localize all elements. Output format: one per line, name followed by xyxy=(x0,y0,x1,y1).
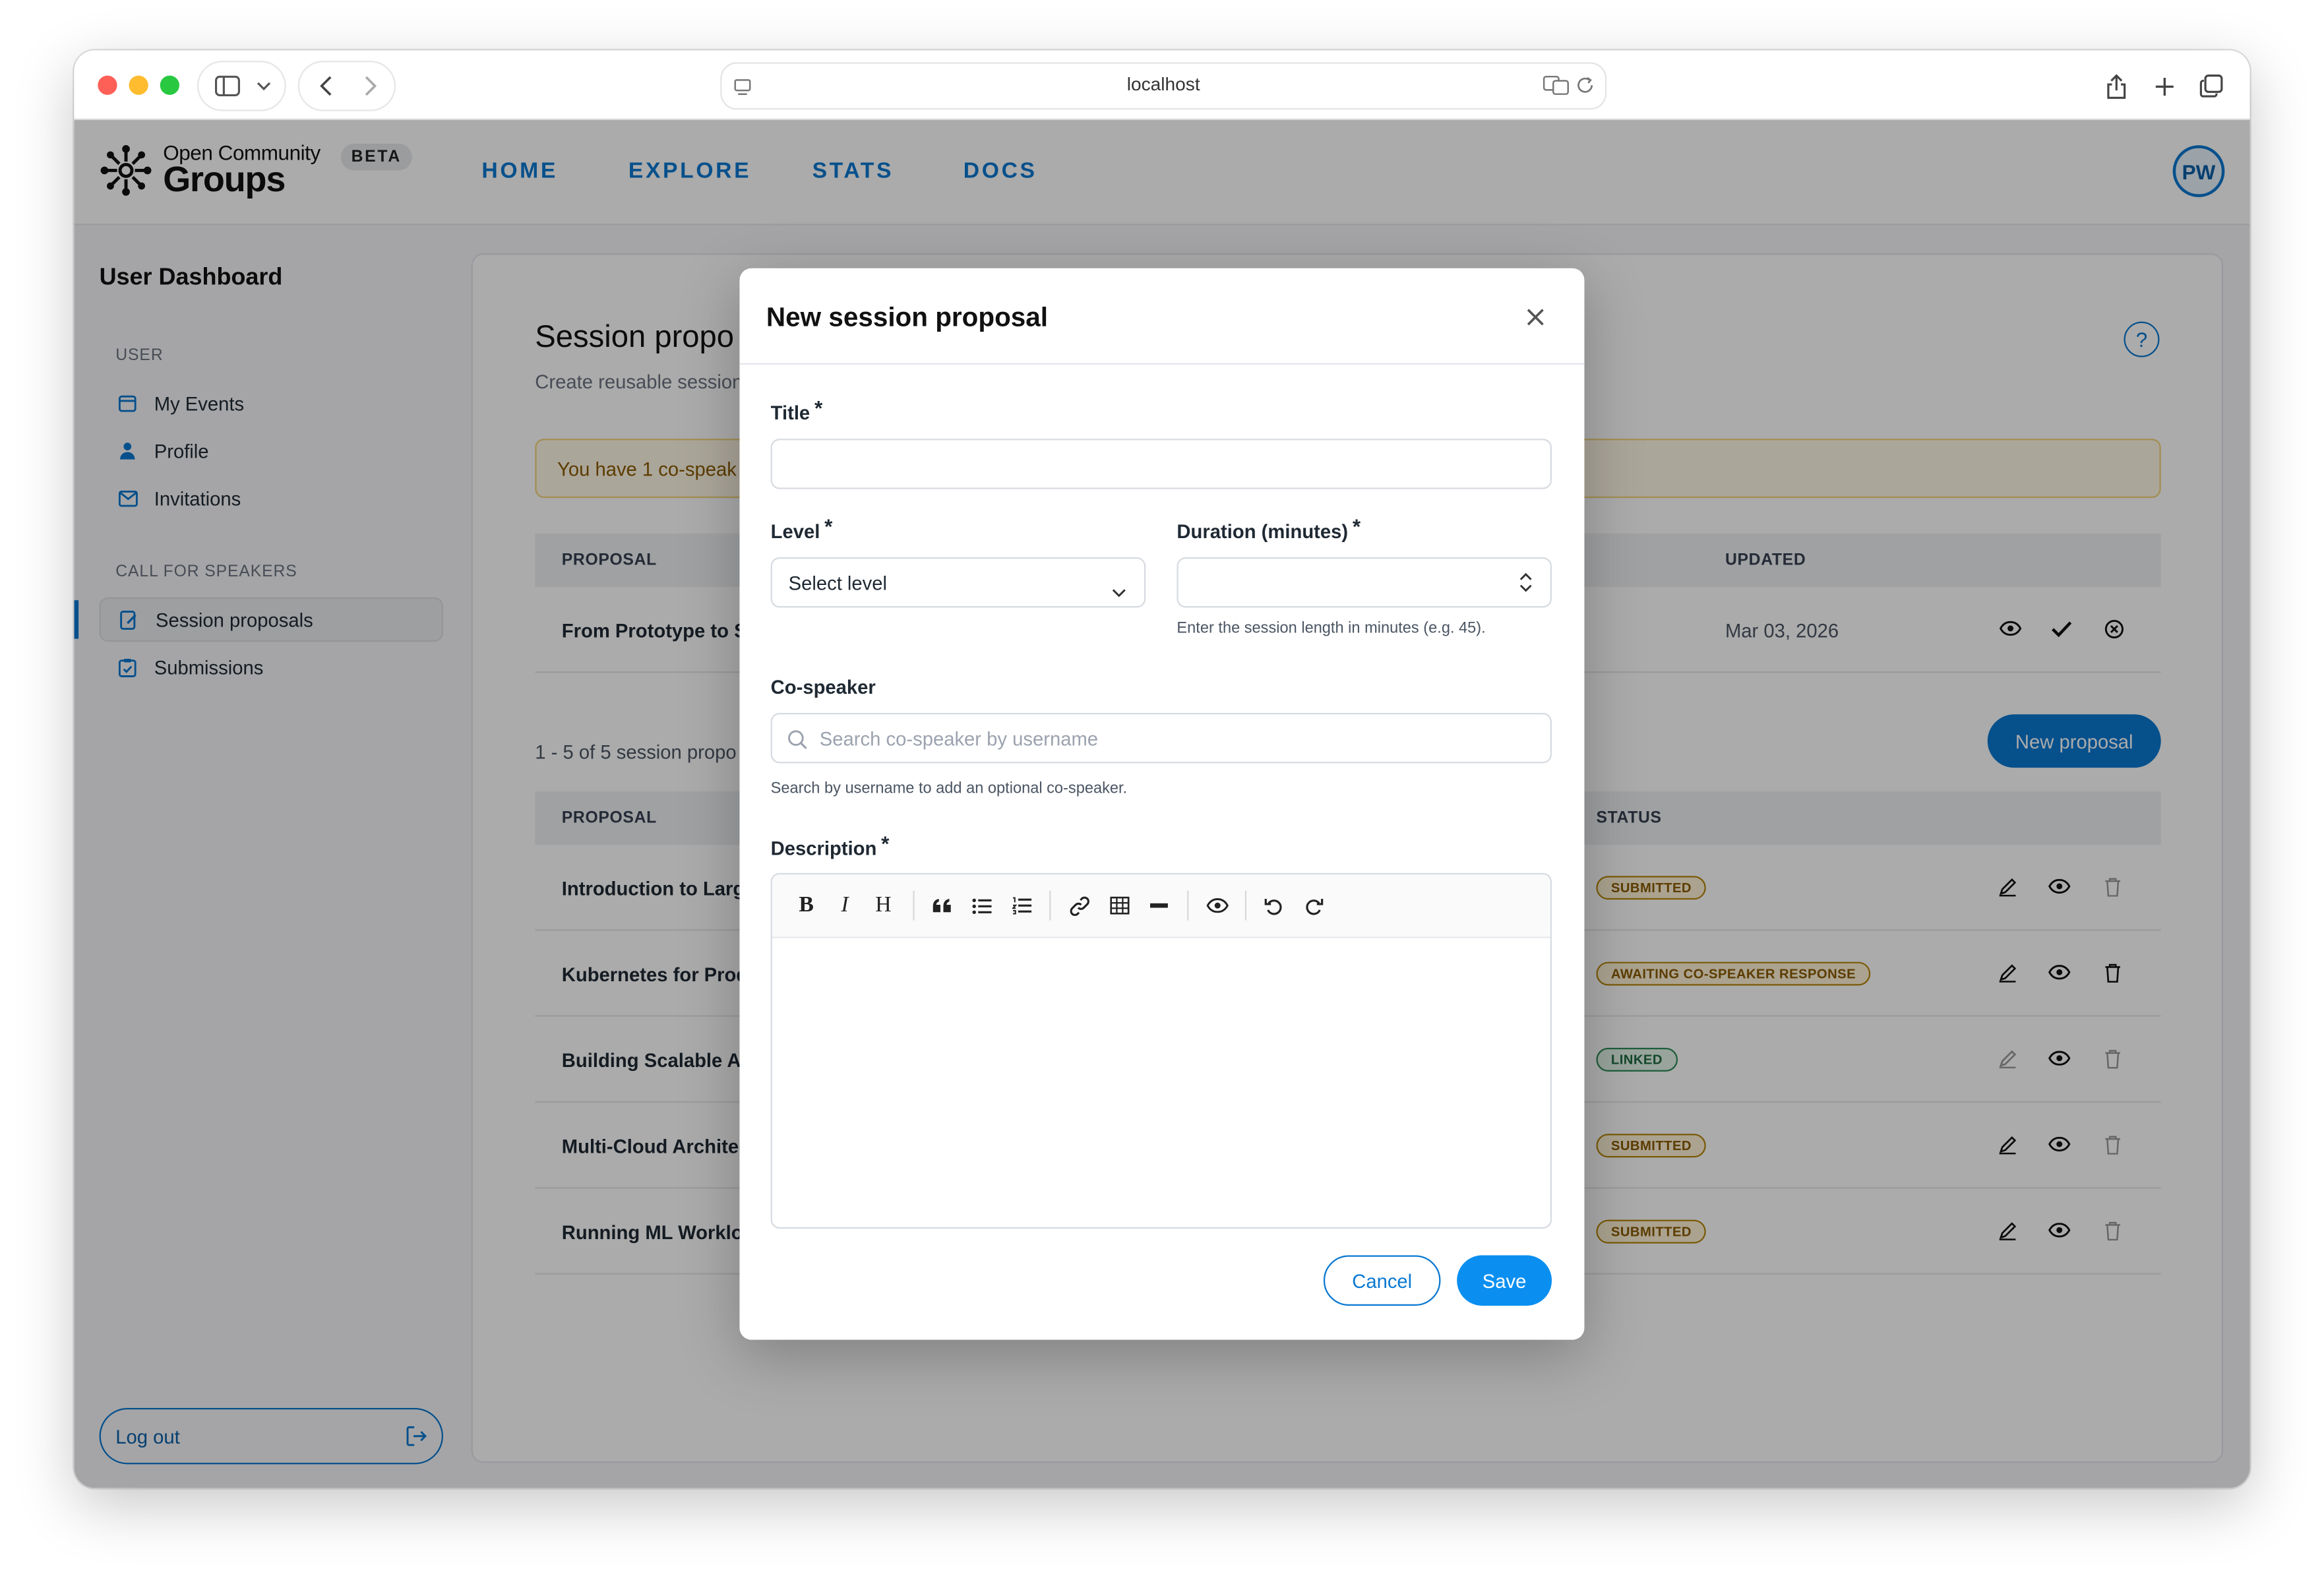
browser-toolbar: localhost xyxy=(74,50,2250,121)
stepper-icon[interactable] xyxy=(1519,572,1533,600)
table-icon[interactable] xyxy=(1106,892,1132,919)
level-select[interactable]: Select level xyxy=(770,557,1146,608)
search-icon xyxy=(787,729,807,758)
editor-toolbar: B I H xyxy=(772,874,1550,938)
cospeaker-help: Search by username to add an optional co… xyxy=(770,779,1128,798)
back-arrow-icon[interactable] xyxy=(311,65,341,107)
duration-label: Duration (minutes) * xyxy=(1177,514,1361,543)
toolbar-separator xyxy=(1244,890,1247,921)
preview-eye-icon[interactable] xyxy=(1204,892,1230,919)
duration-help: Enter the session length in minutes (e.g… xyxy=(1177,619,1486,638)
cospeaker-search-input[interactable]: Search co-speaker by username xyxy=(770,712,1552,764)
address-bar[interactable]: localhost xyxy=(721,63,1605,109)
undo-icon[interactable] xyxy=(1260,892,1286,919)
new-tab-icon[interactable] xyxy=(2149,65,2179,107)
description-label: Description * xyxy=(770,831,890,860)
close-window-button[interactable] xyxy=(98,75,117,95)
title-input[interactable] xyxy=(770,439,1552,489)
cospeaker-label: Co-speaker xyxy=(770,675,876,698)
level-select-value: Select level xyxy=(788,572,888,595)
forward-arrow-icon[interactable] xyxy=(355,65,385,107)
title-label: Title * xyxy=(770,396,823,424)
reload-icon[interactable] xyxy=(1575,76,1595,102)
toolbar-separator xyxy=(1187,890,1189,921)
minimize-window-button[interactable] xyxy=(129,75,148,95)
redo-icon[interactable] xyxy=(1300,892,1326,919)
new-session-proposal-modal: New session proposal Title * Level * Selec… xyxy=(739,268,1585,1340)
horizontal-rule-icon[interactable] xyxy=(1146,892,1172,919)
numbered-list-icon[interactable] xyxy=(1008,892,1034,919)
sidebar-toggle-icon[interactable] xyxy=(212,65,241,107)
link-icon[interactable] xyxy=(1066,892,1092,919)
share-icon[interactable] xyxy=(2102,65,2131,107)
browser-window: localhost Open Community Groups BETA HOM… xyxy=(74,50,2250,1488)
chevron-down-icon[interactable] xyxy=(251,65,277,107)
toolbar-separator xyxy=(913,890,915,921)
modal-title: New session proposal xyxy=(766,302,1049,332)
bold-button[interactable]: B xyxy=(793,892,819,919)
bullet-list-icon[interactable] xyxy=(968,892,994,919)
cospeaker-placeholder: Search co-speaker by username xyxy=(819,727,1099,750)
tab-overview-icon[interactable] xyxy=(2197,65,2226,107)
close-icon[interactable] xyxy=(1522,304,1548,330)
zoom-window-button[interactable] xyxy=(160,75,179,95)
description-editor[interactable]: B I H xyxy=(770,872,1552,1229)
cancel-button[interactable]: Cancel xyxy=(1323,1255,1441,1306)
modal-header: New session proposal xyxy=(739,268,1585,365)
chevron-down-icon xyxy=(1112,578,1126,604)
url-text: localhost xyxy=(1126,74,1200,95)
duration-input[interactable] xyxy=(1177,557,1552,608)
quote-icon[interactable] xyxy=(928,892,954,919)
italic-button[interactable]: I xyxy=(832,892,858,919)
toolbar-separator xyxy=(1049,890,1051,921)
save-button[interactable]: Save xyxy=(1457,1255,1552,1306)
translate-icon[interactable] xyxy=(1543,75,1570,102)
level-label: Level * xyxy=(770,514,833,543)
heading-button[interactable]: H xyxy=(870,892,896,919)
